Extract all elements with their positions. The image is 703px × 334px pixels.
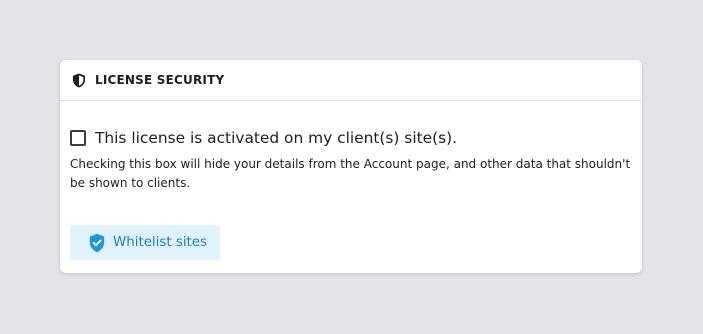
shield-check-icon [89,233,105,253]
whitelist-sites-button-label: Whitelist sites [113,235,208,250]
panel-header: LICENSE SECURITY [60,60,642,101]
whitelist-sites-button[interactable]: Whitelist sites [70,225,220,260]
client-site-checkbox-label[interactable]: This license is activated on my client(s… [95,129,457,147]
shield-half-icon [72,73,86,88]
panel-body: This license is activated on my client(s… [60,101,642,193]
panel-title: LICENSE SECURITY [95,73,225,87]
client-site-description: Checking this box will hide your details… [70,157,631,190]
client-site-option: This license is activated on my client(s… [70,129,631,147]
license-security-panel: LICENSE SECURITY This license is activat… [60,60,642,273]
client-site-checkbox[interactable] [70,130,86,146]
